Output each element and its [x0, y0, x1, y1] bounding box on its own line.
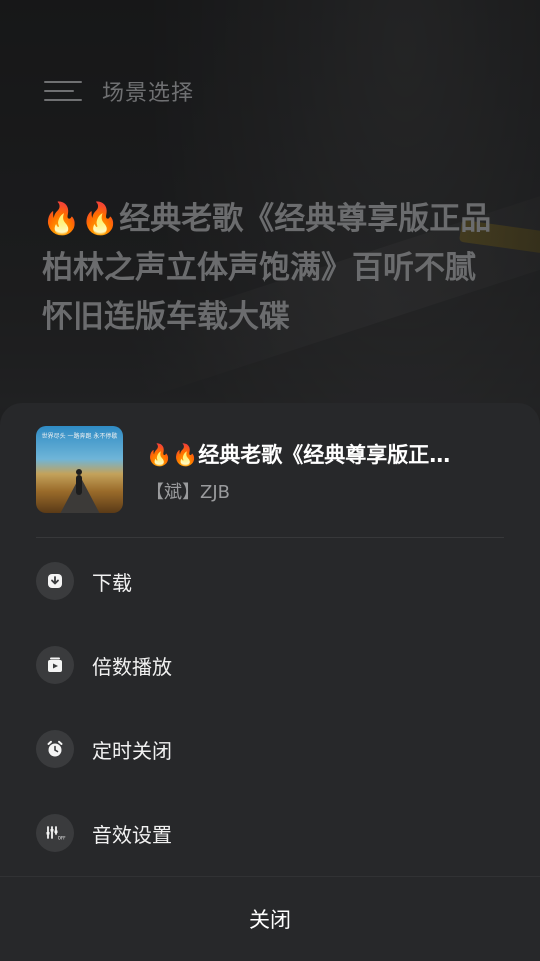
menu-label-timer-off: 定时关闭 — [92, 738, 172, 763]
divider — [36, 537, 504, 538]
menu-item-playback-speed[interactable]: 倍数播放 — [36, 645, 172, 685]
sheet-song-title: 🔥🔥经典老歌《经典尊享版正… — [146, 443, 451, 467]
equalizer-icon: OFF — [36, 814, 74, 852]
menu-label-sound-settings: 音效设置 — [92, 822, 172, 847]
hamburger-menu-icon[interactable] — [44, 78, 82, 104]
scene-select-title[interactable]: 场景选择 — [102, 75, 194, 107]
background-song-title: 🔥🔥经典老歌《经典尊享版正品柏林之声立体声饱满》百听不腻怀旧连版车载大碟 — [42, 201, 492, 335]
download-icon — [36, 562, 74, 600]
cover-runner — [76, 475, 82, 495]
menu-label-playback-speed: 倍数播放 — [92, 654, 172, 679]
close-label: 关闭 — [249, 908, 291, 932]
sheet-header: 世界尽头 一路奔跑 永不停歇 🔥🔥经典老歌《经典尊享版正… 【斌】ZJB — [36, 426, 506, 516]
album-cover: 世界尽头 一路奔跑 永不停歇 — [36, 426, 123, 513]
menu-item-download[interactable]: 下载 — [36, 561, 132, 601]
svg-text:OFF: OFF — [58, 836, 66, 841]
menu-item-sound-settings[interactable]: OFF 音效设置 — [36, 813, 172, 853]
close-button[interactable]: 关闭 — [0, 876, 540, 961]
album-cover-text: 世界尽头 一路奔跑 永不停歇 — [41, 433, 118, 440]
top-bar: 场景选择 — [44, 72, 194, 110]
menu-item-timer-off[interactable]: 定时关闭 — [36, 729, 172, 769]
menu-label-download: 下载 — [92, 570, 132, 595]
playback-speed-icon — [36, 646, 74, 684]
alarm-clock-icon — [36, 730, 74, 768]
sheet-artist: 【斌】ZJB — [146, 482, 230, 503]
